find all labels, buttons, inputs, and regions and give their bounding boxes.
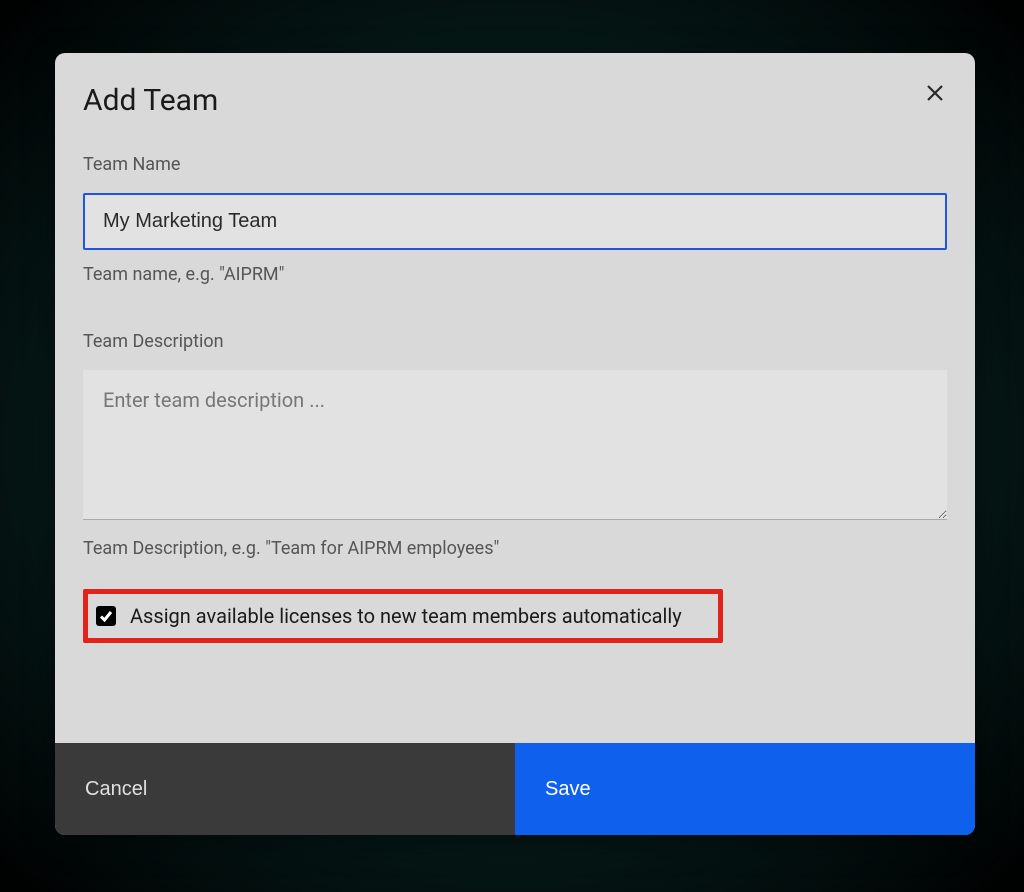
team-description-hint: Team Description, e.g. "Team for AIPRM e… <box>83 538 947 559</box>
check-icon <box>99 609 113 623</box>
team-description-input[interactable] <box>83 370 947 520</box>
modal-footer: Cancel Save <box>55 743 975 835</box>
team-description-label: Team Description <box>83 331 947 352</box>
team-name-label: Team Name <box>83 154 947 175</box>
auto-assign-checkbox[interactable] <box>96 606 116 626</box>
modal-body: Add Team Team Name Team name, e.g. "AIPR… <box>55 53 975 743</box>
auto-assign-highlight: Assign available licenses to new team me… <box>83 589 723 643</box>
cancel-button[interactable]: Cancel <box>55 743 515 835</box>
close-icon <box>926 84 944 102</box>
team-name-hint: Team name, e.g. "AIPRM" <box>83 264 947 285</box>
close-button[interactable] <box>923 81 947 105</box>
team-name-input[interactable] <box>83 193 947 250</box>
auto-assign-label: Assign available licenses to new team me… <box>130 604 682 628</box>
modal-title: Add Team <box>83 83 947 118</box>
save-button[interactable]: Save <box>515 743 975 835</box>
add-team-modal: Add Team Team Name Team name, e.g. "AIPR… <box>55 53 975 835</box>
